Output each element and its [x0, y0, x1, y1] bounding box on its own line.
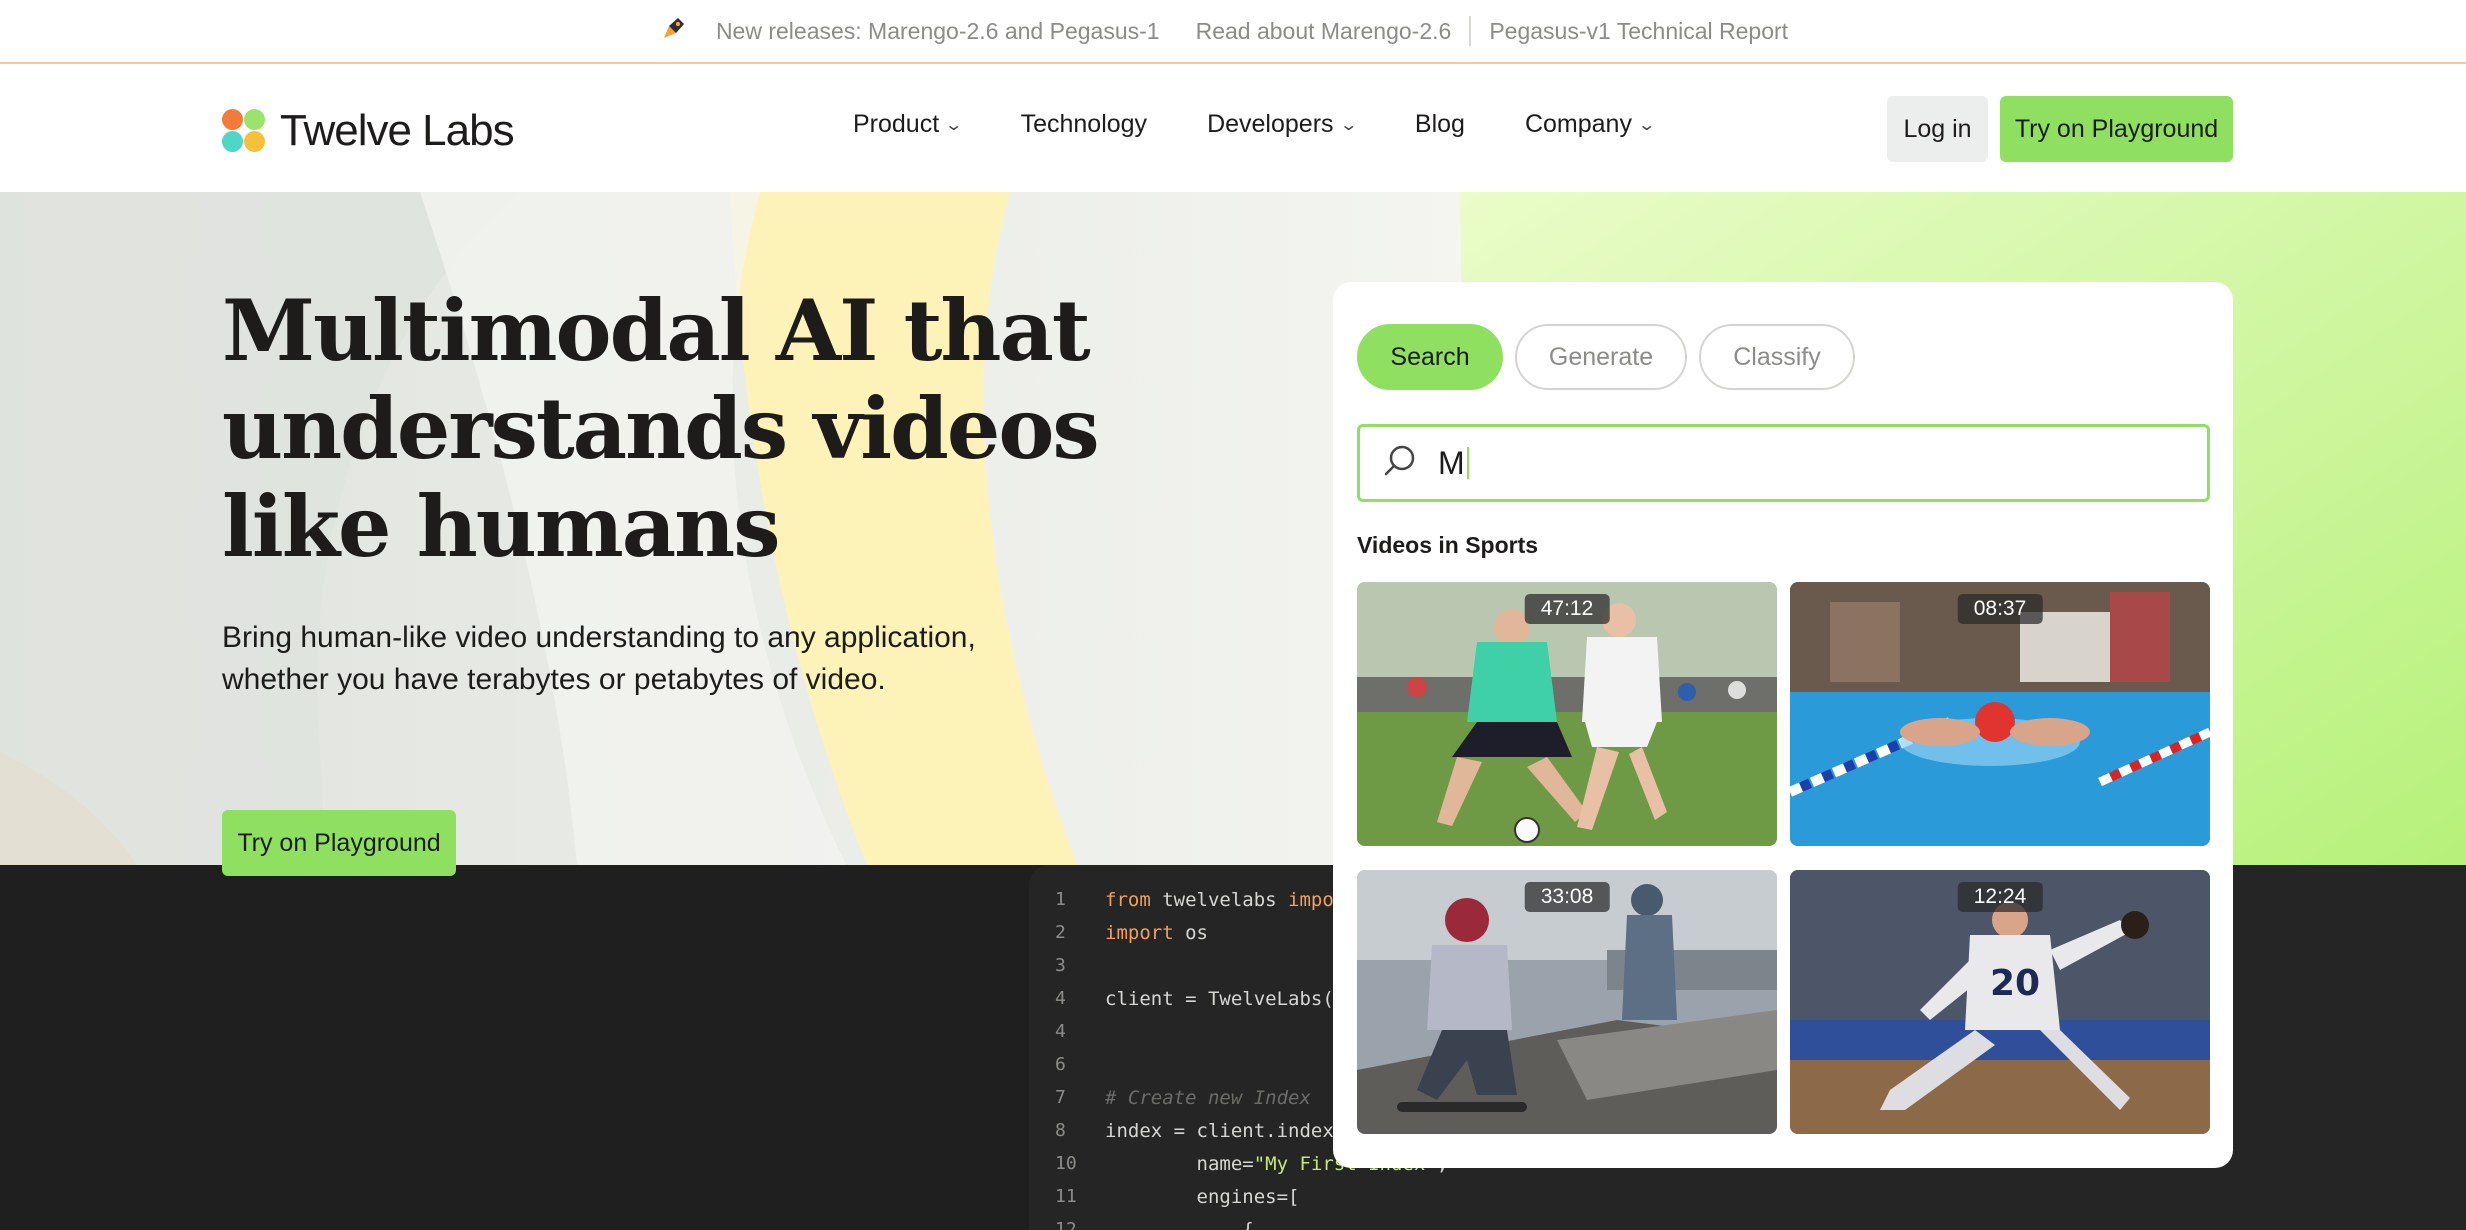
nav-blog[interactable]: Blog — [1415, 110, 1465, 139]
logo-text: Twelve Labs — [280, 106, 515, 155]
nav-developers[interactable]: Developers ⌄ — [1207, 110, 1358, 139]
code-line-text: engines=[ — [1105, 1185, 1300, 1208]
rocket-icon — [660, 14, 688, 48]
logo-mark-icon — [222, 109, 266, 153]
video-duration-badge: 12:24 — [1957, 882, 2043, 912]
video-thumbnail-baseball[interactable]: 20 12:24 — [1790, 870, 2210, 1134]
tab-generate[interactable]: Generate — [1515, 324, 1687, 390]
search-demo-card: Search Generate Classify M Videos in Spo… — [1333, 282, 2233, 1168]
video-thumbnail-skateboarding[interactable]: 33:08 — [1357, 870, 1777, 1134]
video-duration-badge: 08:37 — [1957, 594, 2043, 624]
nav-technology-label: Technology — [1020, 110, 1148, 138]
svg-text:20: 20 — [1990, 963, 2040, 1004]
code-line-text: index = client.index. — [1105, 1119, 1346, 1142]
code-line-number: 2 — [1055, 922, 1066, 943]
video-duration-badge: 47:12 — [1524, 594, 1610, 624]
announcement-marengo-link[interactable]: Read about Marengo-2.6 — [1178, 18, 1470, 45]
hero-headline-line: like humans — [222, 477, 781, 576]
chevron-down-icon: ⌄ — [1338, 116, 1358, 134]
nav-product[interactable]: Product ⌄ — [853, 110, 964, 139]
video-thumbnail-soccer[interactable]: 47:12 — [1357, 582, 1777, 846]
announcement-bar: New releases: Marengo-2.6 and Pegasus-1 … — [0, 0, 2466, 64]
logo[interactable]: Twelve Labs — [222, 106, 515, 156]
try-on-playground-hero-button[interactable]: Try on Playground — [222, 810, 456, 876]
chevron-down-icon: ⌄ — [944, 116, 964, 134]
code-line-text: { — [1105, 1218, 1254, 1230]
main-nav: Twelve Labs Product ⌄ Technology Develop… — [0, 66, 2466, 192]
mode-tabs: Search Generate Classify — [1357, 324, 1867, 390]
code-line-number: 4 — [1055, 1021, 1066, 1042]
code-line: 12 { — [1029, 1213, 2466, 1230]
search-icon — [1382, 443, 1418, 484]
video-thumbnail-swimming[interactable]: 08:37 — [1790, 582, 2210, 846]
code-line-number: 3 — [1055, 955, 1066, 976]
hero-subtitle: Bring human-like video understanding to … — [222, 617, 1042, 701]
nav-technology[interactable]: Technology — [1021, 110, 1147, 139]
announcement-pegasus-report-link[interactable]: Pegasus-v1 Technical Report — [1471, 18, 1806, 45]
nav-blog-label: Blog — [1414, 110, 1465, 138]
tab-classify[interactable]: Classify — [1699, 324, 1855, 390]
code-line-number: 6 — [1055, 1054, 1066, 1075]
code-line-number: 7 — [1055, 1087, 1066, 1108]
nav-company[interactable]: Company ⌄ — [1524, 110, 1657, 139]
text-caret — [1466, 447, 1469, 479]
category-label: Videos in Sports — [1357, 532, 1539, 558]
nav-links: Product ⌄ Technology Developers ⌄ Blog C… — [853, 110, 1713, 139]
code-line-number: 10 — [1055, 1153, 1077, 1174]
tab-search[interactable]: Search — [1357, 324, 1503, 390]
hero-subtitle-line: whether you have terabytes or petabytes … — [222, 663, 886, 696]
code-line-number: 11 — [1055, 1186, 1077, 1207]
login-button[interactable]: Log in — [1887, 96, 1988, 162]
hero-headline-line: understands videos — [222, 379, 1100, 478]
code-line-number: 1 — [1055, 889, 1066, 910]
code-line-number: 12 — [1055, 1219, 1077, 1230]
code-line-number: 8 — [1055, 1120, 1066, 1141]
video-duration-badge: 33:08 — [1524, 882, 1610, 912]
code-line-text: client = TwelveLabs(< — [1105, 987, 1345, 1010]
search-query-text: M — [1438, 444, 1465, 481]
try-on-playground-nav-button[interactable]: Try on Playground — [2000, 96, 2233, 162]
code-line-text: # Create new Index — [1105, 1086, 1311, 1109]
nav-company-label: Company — [1524, 110, 1632, 138]
code-line-text: import os — [1105, 921, 1208, 944]
hero-section: Multimodal AI that understands videos li… — [0, 192, 2466, 1230]
code-line-text: from twelvelabs import — [1105, 888, 1357, 911]
hero-subtitle-line: Bring human-like video understanding to … — [222, 621, 976, 654]
nav-product-label: Product — [853, 110, 940, 138]
code-line: 11 engines=[ — [1029, 1180, 2466, 1213]
nav-developers-label: Developers — [1207, 110, 1334, 138]
search-input[interactable]: M — [1357, 424, 2210, 502]
hero-headline-line: Multimodal AI that — [222, 281, 1091, 380]
hero-headline: Multimodal AI that understands videos li… — [222, 282, 1122, 576]
chevron-down-icon: ⌄ — [1637, 116, 1657, 134]
announcement-new-releases-link[interactable]: New releases: Marengo-2.6 and Pegasus-1 — [698, 18, 1178, 45]
code-line-number: 4 — [1055, 988, 1066, 1009]
